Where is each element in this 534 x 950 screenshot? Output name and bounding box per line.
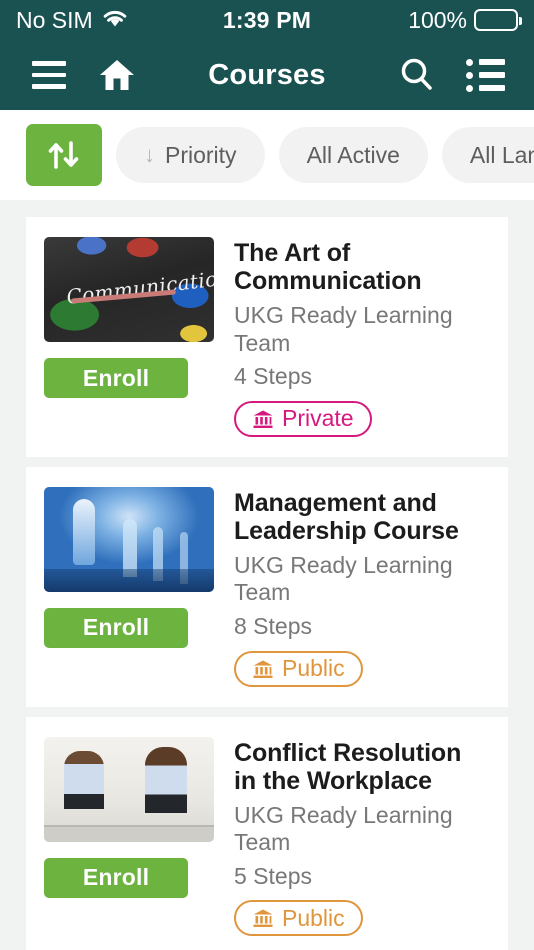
- course-card-left: Communication Enroll: [44, 237, 214, 437]
- course-title: Conflict Resolution in the Workplace: [234, 738, 462, 795]
- filter-chip-priority-label: Priority: [165, 141, 237, 168]
- course-card-left: Enroll: [44, 486, 214, 687]
- top-navigation-bar: Courses: [0, 40, 534, 110]
- sort-button[interactable]: [26, 124, 102, 186]
- course-author: UKG Ready Learning Team: [234, 801, 453, 856]
- course-list[interactable]: Communication Enroll The Art of Communic…: [0, 200, 534, 950]
- status-badge: Public: [234, 650, 363, 687]
- search-icon[interactable]: [394, 52, 440, 98]
- course-steps: 4 Steps: [234, 363, 312, 390]
- course-steps: 8 Steps: [234, 612, 312, 639]
- status-badge-label: Public: [282, 655, 345, 682]
- status-bar-left: No SIM: [16, 7, 223, 34]
- status-bar-right: 100%: [311, 6, 523, 34]
- filter-bar: ↓ Priority All Active All Lan: [0, 110, 534, 200]
- course-card-left: Enroll: [44, 736, 214, 937]
- app-screen: No SIM 1:39 PM 100% Courses ↓ Priority A…: [0, 0, 534, 950]
- course-card-right: Conflict Resolution in the Workplace UKG…: [234, 737, 490, 937]
- institution-icon: [253, 909, 273, 928]
- battery-percent-label: 100%: [408, 6, 468, 33]
- enroll-button[interactable]: Enroll: [44, 358, 188, 398]
- course-card[interactable]: Enroll Conflict Resolution in the Workpl…: [26, 716, 508, 950]
- carrier-label: No SIM: [16, 6, 93, 33]
- enroll-button[interactable]: Enroll: [44, 857, 188, 898]
- status-badge: Private: [234, 400, 372, 437]
- page-title: Courses: [208, 58, 326, 91]
- status-badge-label: Public: [282, 904, 345, 931]
- enroll-button[interactable]: Enroll: [44, 607, 188, 648]
- course-card-right: The Art of Communication UKG Ready Learn…: [234, 237, 490, 437]
- filter-chip-priority[interactable]: ↓ Priority: [116, 127, 265, 183]
- home-icon[interactable]: [94, 52, 140, 98]
- hamburger-menu-icon[interactable]: [26, 52, 72, 98]
- thumbnail-chalk-text: Communication: [65, 264, 214, 309]
- filter-chip-all-languages[interactable]: All Lan: [441, 127, 534, 183]
- wifi-icon: [102, 7, 128, 34]
- status-badge: Public: [234, 900, 363, 937]
- list-view-icon[interactable]: [462, 52, 508, 98]
- institution-icon: [253, 660, 273, 678]
- arrow-down-icon: ↓: [144, 142, 155, 167]
- course-thumbnail: [44, 736, 214, 842]
- filter-chip-all-languages-label: All Lan: [469, 141, 534, 168]
- course-title: Management and Leadership Course: [234, 488, 459, 545]
- course-steps: 5 Steps: [234, 862, 312, 889]
- course-title: The Art of Communication: [234, 239, 422, 295]
- sort-arrows-icon: [48, 141, 79, 169]
- filter-chip-all-active[interactable]: All Active: [278, 127, 428, 183]
- battery-full-icon: [474, 9, 523, 31]
- course-card[interactable]: Communication Enroll The Art of Communic…: [26, 217, 508, 457]
- status-badge-label: Private: [282, 405, 354, 432]
- filter-chip-all-active-label: All Active: [306, 141, 400, 168]
- course-thumbnail: Communication: [44, 237, 214, 342]
- course-author: UKG Ready Learning Team: [234, 551, 453, 606]
- course-thumbnail: [44, 486, 214, 592]
- status-bar: No SIM 1:39 PM 100%: [0, 0, 534, 40]
- course-card-right: Management and Leadership Course UKG Rea…: [234, 487, 490, 687]
- course-card[interactable]: Enroll Management and Leadership Course …: [26, 466, 508, 707]
- institution-icon: [253, 410, 273, 428]
- clock: 1:39 PM: [222, 6, 312, 33]
- course-author: UKG Ready Learning Team: [234, 302, 453, 356]
